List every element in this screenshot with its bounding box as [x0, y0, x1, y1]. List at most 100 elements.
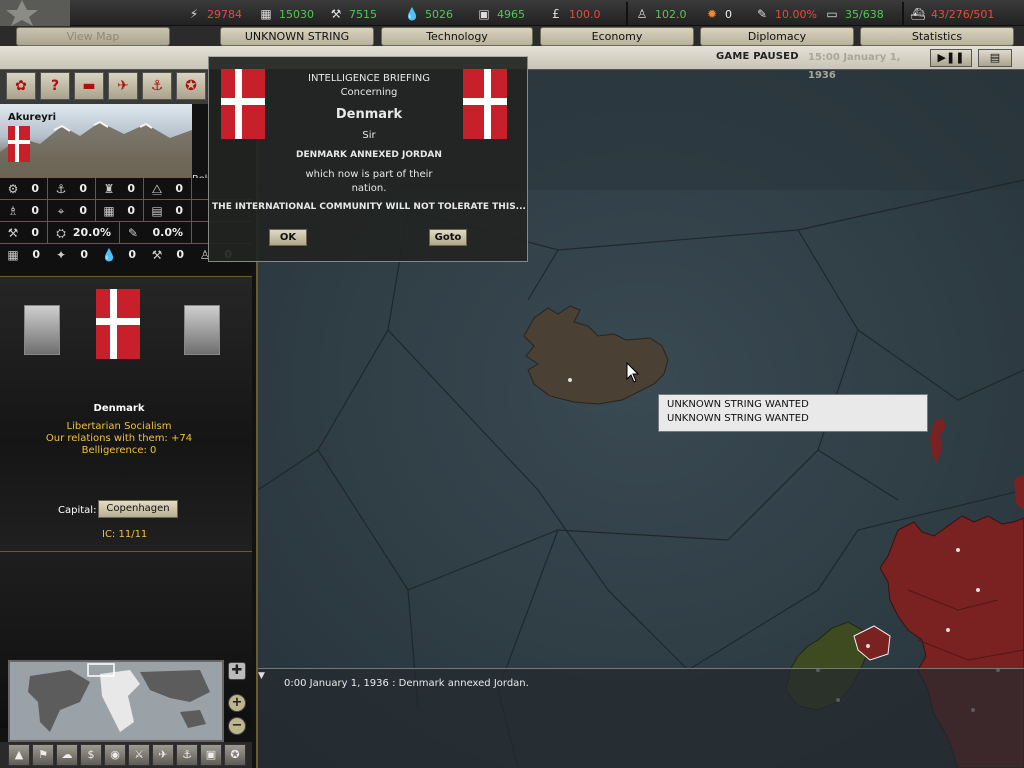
- metal-icon: ▦: [260, 7, 272, 21]
- supply-mode-icon[interactable]: ◉: [104, 744, 126, 766]
- country-relations: Our relations with them: +74: [45, 433, 193, 444]
- supplies-icon: ▣: [478, 7, 490, 21]
- stat-cell: ⚒ 0: [0, 222, 48, 244]
- country-name: Denmark: [93, 403, 145, 414]
- naval-mode-icon[interactable]: ⚓: [176, 744, 198, 766]
- play-pause-icon: ▶❚❚: [937, 51, 965, 64]
- country-belligerence: Belligerence: 0: [81, 445, 157, 456]
- metal-icon: ▦: [7, 248, 19, 262]
- convoy-icon: ⛴: [910, 7, 926, 21]
- country-flag[interactable]: [96, 289, 140, 359]
- stat-cell: ⛭ 20.0%: [48, 222, 120, 244]
- map-mode-bar: ▲ ⚑ ☁ $ ◉ ⚔ ✈ ⚓ ▣ ✪: [0, 742, 252, 768]
- leaders-icon[interactable]: ✪: [176, 72, 206, 100]
- tooltip-line-2: UNKNOWN STRING WANTED: [667, 413, 809, 424]
- stat-cell: ▦ 0: [0, 244, 48, 266]
- manpower-stat[interactable]: ♙ 102.0: [634, 5, 687, 23]
- weather-mode-icon[interactable]: ☁: [56, 744, 78, 766]
- economy-mode-icon[interactable]: $: [80, 744, 102, 766]
- stat-cell: ⚓ 0: [48, 178, 96, 200]
- radar-icon: ⌖: [57, 204, 65, 218]
- metal-stat[interactable]: ▦ 15030: [258, 5, 314, 23]
- dialog-salutation: Sir: [362, 130, 376, 141]
- resources-mode-icon[interactable]: ▣: [200, 744, 222, 766]
- fort-icon: ♜: [103, 182, 115, 196]
- minimap[interactable]: [8, 660, 224, 742]
- tab-technology[interactable]: Technology: [381, 27, 533, 46]
- goods-icon: ▤: [151, 204, 163, 218]
- stat-cell: ⧋ 0: [144, 178, 192, 200]
- dissent-icon: ✎: [127, 226, 139, 240]
- terrain-mode-icon[interactable]: ▲: [8, 744, 30, 766]
- navy-icon[interactable]: ⚓: [142, 72, 172, 100]
- play-pause-button[interactable]: ▶❚❚: [930, 49, 972, 67]
- province-name: Akureyri: [8, 112, 57, 123]
- province-owner-flag: [8, 126, 30, 162]
- anti-air-icon: ♗: [7, 204, 19, 218]
- resources-icon: ▦: [103, 204, 115, 218]
- infrastructure-mode-icon[interactable]: ⚔: [128, 744, 150, 766]
- head-of-state-portrait[interactable]: [24, 305, 60, 355]
- factory-icon: ⚒: [7, 226, 19, 240]
- ok-button[interactable]: OK: [269, 229, 307, 246]
- infrastructure-icon: ⚙: [7, 182, 19, 196]
- dissent-icon: ✎: [756, 7, 768, 21]
- stat-cell: ⚒ 0: [144, 244, 192, 266]
- supplies-stat[interactable]: ▣ 4965: [476, 5, 525, 23]
- capital-button[interactable]: Copenhagen: [98, 500, 178, 518]
- manpower-icon: ♙: [636, 7, 648, 21]
- diplomatic-mode-icon[interactable]: ✪: [224, 744, 246, 766]
- log-message: 0:00 January 1, 1936 : Denmark annexed J…: [284, 678, 529, 689]
- zoom-in-button[interactable]: +: [228, 694, 246, 712]
- stat-cell: ✦ 0: [48, 244, 96, 266]
- stat-cell: ⌖ 0: [48, 200, 96, 222]
- star-emblem-icon: [0, 0, 70, 26]
- political-mode-icon[interactable]: ⚑: [32, 744, 54, 766]
- industrial-capacity: IC: 11/11: [102, 529, 148, 540]
- energy-stat[interactable]: ⚡ 29784: [186, 5, 242, 23]
- nuclear-stat[interactable]: ✹ 0: [704, 5, 732, 23]
- expand-minimap-button[interactable]: ✚: [228, 662, 246, 680]
- rare-materials-icon: ⚒: [330, 7, 342, 21]
- tab-diplomacy[interactable]: Diplomacy: [700, 27, 854, 46]
- stat-cell: ✎ 0.0%: [120, 222, 192, 244]
- tab-unknown[interactable]: UNKNOWN STRING WANTED: [220, 27, 374, 60]
- dialog-country: Denmark: [335, 107, 403, 122]
- production-icon[interactable]: ✿: [6, 72, 36, 100]
- main-tabs: View Map UNKNOWN STRING WANTED Technolog…: [0, 26, 1024, 60]
- transports-stat[interactable]: ▭ 35/638: [824, 5, 883, 23]
- head-of-government-portrait[interactable]: [184, 305, 220, 355]
- stat-cell: ▤ 0: [144, 200, 192, 222]
- stat-cell: ♗ 0: [0, 200, 48, 222]
- oil-stat[interactable]: 💧 5026: [404, 5, 453, 23]
- menu-button[interactable]: ▤: [978, 49, 1012, 67]
- airbase-icon: ⧋: [151, 182, 163, 196]
- minimap-world: [10, 662, 222, 740]
- dialog-concerning: Concerning: [340, 87, 398, 98]
- dissent-stat[interactable]: ✎ 10.00%: [754, 5, 817, 23]
- tooltip-line-1: UNKNOWN STRING WANTED: [667, 399, 809, 410]
- dialog-detail: which now is part of their nation.: [305, 169, 433, 194]
- game-paused-label: GAME PAUSED: [716, 51, 799, 62]
- separator: [626, 2, 628, 26]
- air-force-icon[interactable]: ✈: [108, 72, 138, 100]
- port-icon: ⚓: [55, 182, 67, 196]
- oil-icon: 💧: [404, 7, 420, 21]
- menu-icon: ▤: [989, 51, 1001, 64]
- country-info: Denmark Libertarian Socialism Our relati…: [0, 276, 252, 552]
- stat-cell: ▦ 0: [96, 200, 144, 222]
- money-stat[interactable]: £100.0: [548, 5, 600, 23]
- unit-filter-bar: ✿ ? ▬ ✈ ⚓ ✪: [0, 70, 210, 104]
- zoom-out-button[interactable]: −: [228, 717, 246, 735]
- rare-materials-stat[interactable]: ⚒ 7515: [328, 5, 377, 23]
- air-mode-icon[interactable]: ✈: [152, 744, 174, 766]
- tab-economy[interactable]: Economy: [540, 27, 694, 46]
- goto-button[interactable]: Goto: [429, 229, 467, 246]
- tab-view-map[interactable]: View Map: [16, 27, 170, 46]
- army-icon[interactable]: ▬: [74, 72, 104, 100]
- tab-statistics[interactable]: Statistics: [860, 27, 1014, 46]
- help-icon[interactable]: ?: [40, 72, 70, 100]
- game-screen: ▼ 0:00 January 1, 1936 : Denmark annexed…: [0, 0, 1024, 768]
- log-expand-arrow-icon[interactable]: ▼: [258, 671, 265, 681]
- convoys-stat[interactable]: ⛴ 43/276/501: [910, 5, 994, 23]
